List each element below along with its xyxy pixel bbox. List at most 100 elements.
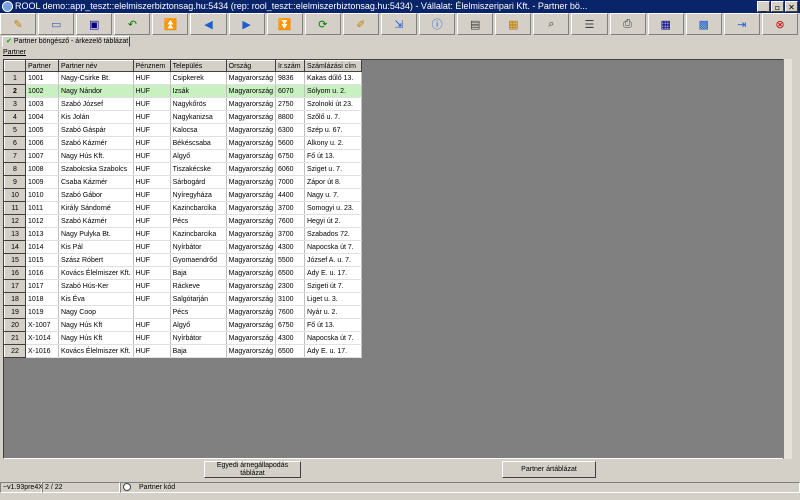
table-cell[interactable]: 6750 bbox=[275, 318, 305, 332]
first-record-button[interactable]: ⏫ bbox=[152, 13, 189, 35]
table-cell[interactable]: Magyarország bbox=[226, 240, 277, 254]
table-cell[interactable]: Kis Pál bbox=[58, 240, 134, 254]
exit-door-button[interactable]: ⇥ bbox=[723, 13, 760, 35]
row-number[interactable]: 11 bbox=[4, 201, 26, 215]
table-cell[interactable]: 1008 bbox=[25, 162, 59, 176]
table-cell[interactable]: Magyarország bbox=[226, 214, 277, 228]
table-cell[interactable]: Nagy u. 7. bbox=[304, 188, 362, 202]
search-button[interactable]: ⌕ bbox=[533, 13, 570, 35]
table-cell[interactable]: Magyarország bbox=[226, 227, 277, 241]
table-cell[interactable]: HUF bbox=[133, 266, 171, 280]
table-cell[interactable]: HUF bbox=[133, 292, 171, 306]
table-cell[interactable]: 2750 bbox=[275, 97, 305, 111]
row-number[interactable]: 15 bbox=[4, 253, 26, 267]
table-cell[interactable]: 3100 bbox=[275, 292, 305, 306]
table-cell[interactable]: Magyarország bbox=[226, 305, 277, 319]
table-cell[interactable]: 1015 bbox=[25, 253, 59, 267]
table-row[interactable]: 9 1009 Csaba Kázmér HUF Sárbogárd Magyarorszá… bbox=[4, 175, 362, 189]
table-cell[interactable]: HUF bbox=[133, 227, 171, 241]
row-number[interactable]: 21 bbox=[4, 331, 26, 345]
table-cell[interactable]: 7000 bbox=[275, 175, 305, 189]
table-cell[interactable]: X-1016 bbox=[25, 344, 59, 358]
open-folder-button[interactable]: ▭ bbox=[38, 13, 75, 35]
table-cell[interactable]: 1018 bbox=[25, 292, 59, 306]
table-cell[interactable]: Szabó József bbox=[58, 97, 134, 111]
table-cell[interactable]: X-1007 bbox=[25, 318, 59, 332]
table-cell[interactable]: Napocska út 7. bbox=[304, 331, 362, 345]
table-cell[interactable]: Pécs bbox=[170, 305, 227, 319]
table-row[interactable]: 16 1016 Kovács Élelmiszer Kft. HUF Baja Magya… bbox=[4, 266, 362, 280]
edit-button[interactable]: ✎ bbox=[0, 13, 37, 35]
row-number[interactable]: 16 bbox=[4, 266, 26, 280]
table-cell[interactable]: 1009 bbox=[25, 175, 59, 189]
table-cell[interactable]: Magyarország bbox=[226, 188, 277, 202]
table-cell[interactable]: 7600 bbox=[275, 214, 305, 228]
minimize-button[interactable]: _ bbox=[757, 1, 770, 12]
edit-record-button[interactable]: ✐ bbox=[342, 13, 379, 35]
list-view-button[interactable]: ☰ bbox=[571, 13, 608, 35]
table-view-button[interactable]: ▦ bbox=[647, 13, 684, 35]
table-cell[interactable]: HUF bbox=[133, 71, 171, 85]
table-cell[interactable]: Szép u. 67. bbox=[304, 123, 362, 137]
row-number[interactable]: 20 bbox=[4, 318, 26, 332]
table-cell[interactable]: Király Sándorné bbox=[58, 201, 134, 215]
table-cell[interactable]: 1004 bbox=[25, 110, 59, 124]
row-number[interactable]: 4 bbox=[4, 110, 26, 124]
table-cell[interactable]: 5600 bbox=[275, 136, 305, 150]
undo-button[interactable]: ↶ bbox=[114, 13, 151, 35]
row-number[interactable]: 18 bbox=[4, 292, 26, 306]
save-button[interactable]: ▣ bbox=[76, 13, 113, 35]
table-cell[interactable]: 7600 bbox=[275, 305, 305, 319]
table-cell[interactable]: Hegyi út 2. bbox=[304, 214, 362, 228]
table-cell[interactable]: Magyarország bbox=[226, 84, 277, 98]
table-row[interactable]: 18 1018 Kis Éva HUF Salgótarján Magyarország 3… bbox=[4, 292, 362, 306]
table-cell[interactable]: Nyírbátor bbox=[170, 240, 227, 254]
table-cell[interactable]: HUF bbox=[133, 84, 171, 98]
table-row[interactable]: 8 1008 Szabolcska Szabolcs HUF Tiszakécske Ma… bbox=[4, 162, 362, 176]
table-cell[interactable]: Fő út 13. bbox=[304, 149, 362, 163]
table-cell[interactable]: Magyarország bbox=[226, 292, 277, 306]
column-header[interactable]: Ir.szám bbox=[275, 60, 305, 72]
table-cell[interactable]: 4300 bbox=[275, 331, 305, 345]
table-row[interactable]: 12 1012 Szabó Kázmér HUF Pécs Magyarország 760… bbox=[4, 214, 362, 228]
partner-code-radio[interactable] bbox=[123, 483, 131, 492]
report-button[interactable]: ▦ bbox=[495, 13, 532, 35]
table-cell[interactable]: 1003 bbox=[25, 97, 59, 111]
row-number[interactable]: 12 bbox=[4, 214, 26, 228]
column-header[interactable]: Partner bbox=[25, 60, 59, 72]
column-header[interactable]: Pénznem bbox=[132, 60, 171, 72]
unit-price-table-button[interactable]: Egyedi árnegállapodás táblázat bbox=[204, 461, 301, 478]
form-view-button[interactable]: ▤ bbox=[457, 13, 494, 35]
table-cell[interactable]: Kovács Élelmiszer Kft. bbox=[58, 266, 134, 280]
column-header[interactable]: Ország bbox=[225, 60, 277, 72]
table-cell[interactable]: Algyő bbox=[170, 318, 227, 332]
vertical-scrollbar[interactable] bbox=[783, 59, 792, 459]
table-cell[interactable] bbox=[133, 305, 171, 319]
table-cell[interactable]: Nagy Hús Kft bbox=[58, 331, 134, 345]
table-cell[interactable]: HUF bbox=[133, 110, 171, 124]
table-cell[interactable]: Magyarország bbox=[226, 71, 277, 85]
table-cell[interactable]: Magyarország bbox=[226, 344, 277, 358]
table-row[interactable]: 15 1015 Szász Róbert HUF Gyomaendrőd Magyaror… bbox=[4, 253, 362, 267]
table-cell[interactable]: 2300 bbox=[275, 279, 305, 293]
table-cell[interactable]: Nyírbátor bbox=[170, 331, 227, 345]
table-cell[interactable]: HUF bbox=[133, 175, 171, 189]
table-cell[interactable]: Magyarország bbox=[226, 110, 277, 124]
row-number[interactable]: 6 bbox=[4, 136, 26, 150]
table-cell[interactable]: Alkony u. 2. bbox=[304, 136, 362, 150]
row-number[interactable]: 13 bbox=[4, 227, 26, 241]
table-cell[interactable]: Szőlő u. 7. bbox=[304, 110, 362, 124]
table-cell[interactable]: Baja bbox=[170, 266, 227, 280]
table-cell[interactable]: 6750 bbox=[275, 149, 305, 163]
partner-price-table-button[interactable]: Partner ártáblázat bbox=[502, 461, 596, 478]
table-cell[interactable]: 1014 bbox=[25, 240, 59, 254]
table-cell[interactable]: 4300 bbox=[275, 240, 305, 254]
table-cell[interactable]: Magyarország bbox=[226, 201, 277, 215]
table-cell[interactable]: 3700 bbox=[275, 227, 305, 241]
table-cell[interactable]: 1016 bbox=[25, 266, 59, 280]
table-cell[interactable]: Kazincbarcika bbox=[170, 227, 227, 241]
close-button[interactable]: ✕ bbox=[785, 1, 798, 12]
table-row[interactable]: 19 1019 Nagy Coop Pécs Magyarország 7600 Nyár … bbox=[4, 305, 362, 319]
table-cell[interactable]: 6500 bbox=[275, 266, 305, 280]
table-cell[interactable]: Sárbogárd bbox=[170, 175, 227, 189]
